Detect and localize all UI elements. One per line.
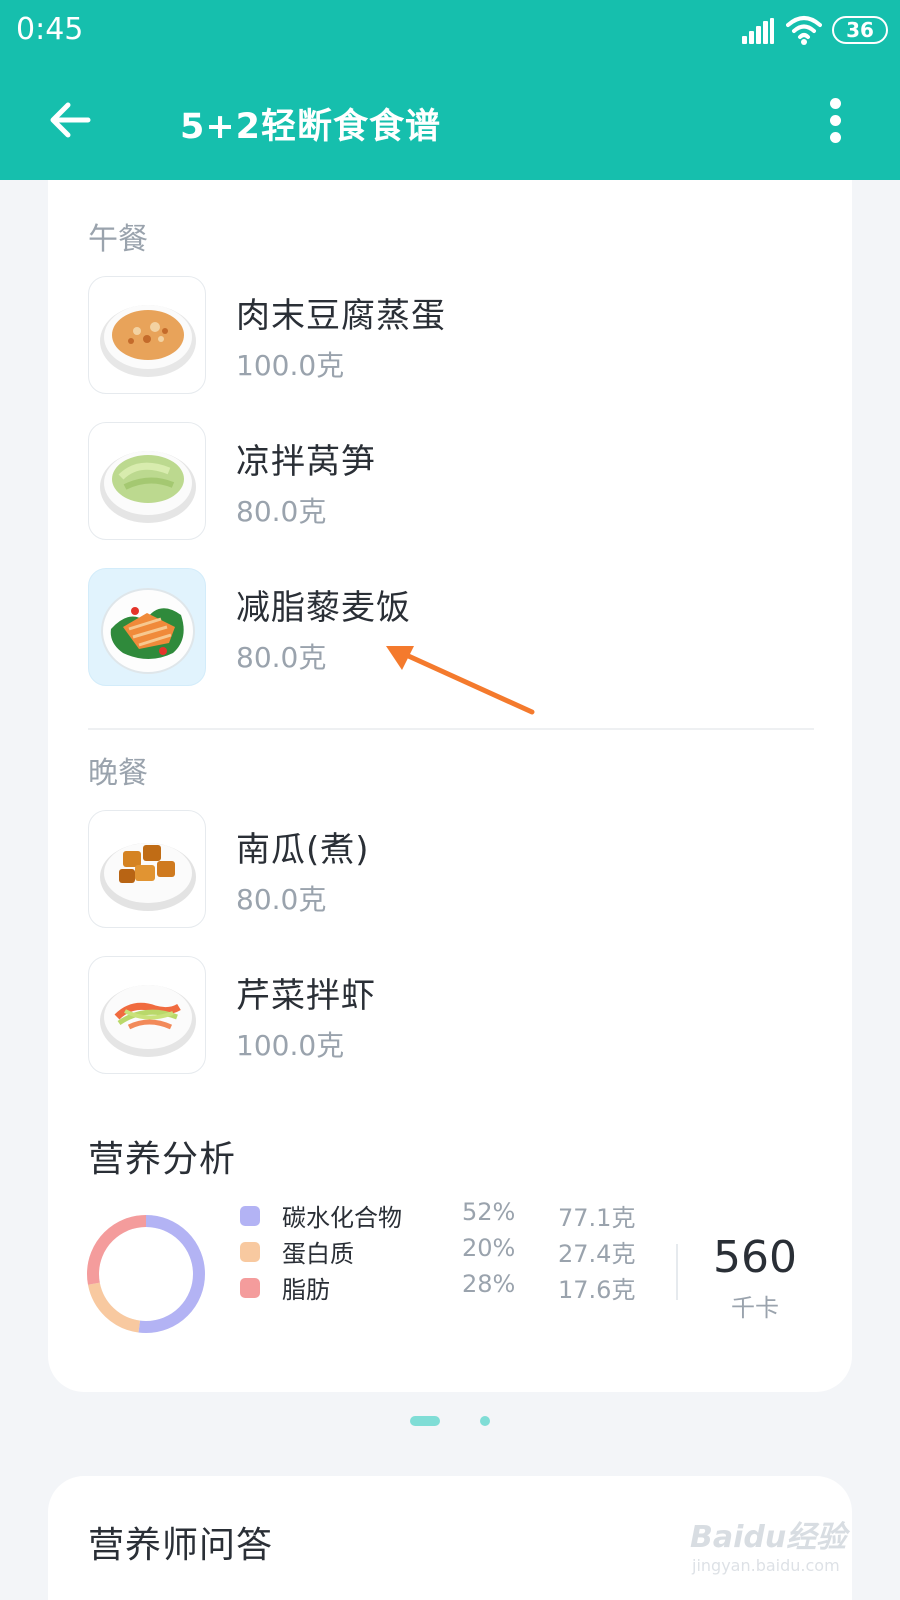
legend-swatch — [240, 1242, 260, 1262]
food-image — [88, 568, 206, 686]
nutrient-percent: 20% — [462, 1234, 516, 1262]
nutrition-row-protein: 蛋白质 20% 27.4克 — [240, 1234, 660, 1268]
food-weight: 100.0克 — [236, 1029, 345, 1062]
recipe-card: 午餐 肉末豆腐蒸蛋 100.0克 凉拌莴笋 80.0克 减脂藜麦饭 80.0克 … — [48, 180, 852, 1392]
nutrition-donut — [87, 1215, 205, 1333]
nutrient-name: 碳水化合物 — [282, 1204, 402, 1232]
food-weight: 100.0克 — [236, 349, 345, 382]
food-image — [88, 422, 206, 540]
watermark-logo: Baidu经验 jingyan.baidu.com — [690, 1500, 850, 1580]
food-image — [88, 276, 206, 394]
food-name: 减脂藜麦饭 — [236, 588, 411, 628]
food-item[interactable]: 凉拌莴笋 80.0克 — [88, 422, 788, 542]
nutrition-row-carbs: 碳水化合物 52% 77.1克 — [240, 1198, 660, 1232]
nutrition-row-fat: 脂肪 28% 17.6克 — [240, 1270, 660, 1304]
nutrient-amount: 17.6克 — [558, 1276, 636, 1304]
food-name: 芹菜拌虾 — [236, 976, 376, 1016]
nutrient-percent: 28% — [462, 1270, 516, 1298]
app-bar: 5+2轻断食食谱 — [0, 62, 900, 180]
food-item[interactable]: 肉末豆腐蒸蛋 100.0克 — [88, 276, 788, 396]
pager-dot-active[interactable] — [410, 1416, 440, 1426]
vertical-divider — [676, 1244, 678, 1300]
kcal-value: 560 — [713, 1232, 797, 1283]
food-weight: 80.0克 — [236, 883, 327, 916]
legend-swatch — [240, 1278, 260, 1298]
annotation-arrow-icon — [386, 646, 535, 715]
pager-dot[interactable] — [480, 1416, 490, 1426]
food-name: 肉末豆腐蒸蛋 — [236, 296, 446, 336]
food-image — [88, 810, 206, 928]
nutrient-name: 脂肪 — [282, 1276, 330, 1304]
food-name: 凉拌莴笋 — [236, 442, 376, 482]
nutrient-amount: 77.1克 — [558, 1204, 636, 1232]
nutrient-amount: 27.4克 — [558, 1240, 636, 1268]
more-options-button[interactable] — [826, 98, 846, 146]
back-button[interactable] — [46, 96, 94, 144]
nutrient-percent: 52% — [462, 1198, 516, 1226]
battery-level: 36 — [846, 18, 874, 42]
watermark-text: Baidu经验 — [690, 1520, 847, 1555]
status-bar: 0:45 36 — [0, 0, 900, 62]
food-name: 南瓜(煮) — [236, 830, 370, 870]
food-item[interactable]: 南瓜(煮) 80.0克 — [88, 810, 788, 930]
food-image — [88, 956, 206, 1074]
food-item[interactable]: 芹菜拌虾 100.0克 — [88, 956, 788, 1076]
section-divider — [88, 728, 814, 730]
qa-title: 营养师问答 — [88, 1525, 274, 1566]
signal-icon — [742, 18, 774, 44]
nutrient-name: 蛋白质 — [282, 1240, 354, 1268]
kcal-unit: 千卡 — [731, 1294, 779, 1322]
food-weight: 80.0克 — [236, 641, 327, 674]
nutrition-title: 营养分析 — [88, 1139, 237, 1180]
page-title: 5+2轻断食食谱 — [180, 107, 442, 147]
food-weight: 80.0克 — [236, 495, 327, 528]
status-time: 0:45 — [16, 12, 84, 47]
legend-swatch — [240, 1206, 260, 1226]
dinner-section-label: 晚餐 — [88, 756, 148, 791]
watermark-url: jingyan.baidu.com — [692, 1556, 840, 1575]
wifi-icon — [786, 16, 822, 45]
lunch-section-label: 午餐 — [88, 222, 148, 257]
battery-icon: 36 — [832, 16, 888, 44]
